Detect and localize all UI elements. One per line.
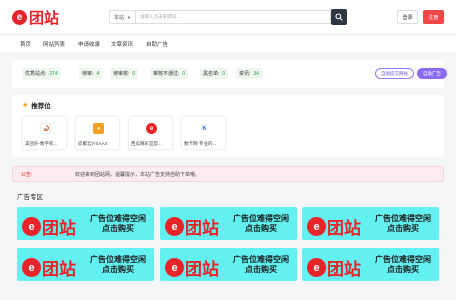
logo-mark-icon: e <box>165 217 184 236</box>
main-nav: 首页 网站列表 申请收录 文章资讯 自助广告 <box>0 34 456 52</box>
recommend-panel: ★ 推荐位 美团外-数字权... ◕ 玖聚云|YSAAS e 西瓜精彩宜官...… <box>12 95 444 157</box>
notice-label: 公告: <box>21 172 33 178</box>
ad-logo: e 团站 <box>307 255 361 280</box>
card-label: 数卡网-专业的... <box>184 141 217 146</box>
search-scope-select[interactable]: 本站 ▼ <box>109 10 135 24</box>
logo-mark-icon: e <box>165 258 184 277</box>
nav-item-site-list[interactable]: 网站列表 <box>43 40 65 48</box>
stat-pending: 待审: 4 <box>79 68 103 79</box>
submit-site-button[interactable]: 自助提交网站 <box>375 68 414 79</box>
chevron-down-icon: ▼ <box>127 14 131 20</box>
ad-logo: e 团站 <box>22 255 76 280</box>
logo-mark-icon: e <box>22 217 41 236</box>
ad-slot[interactable]: e 团站 广告位难得空闲 点击购买 <box>302 248 439 281</box>
stat-articles: 资讯: 34 <box>236 68 262 79</box>
search-button[interactable] <box>331 9 347 25</box>
notice-text: 欢迎来到团站网，温馨提示，本站广告支持自助下单哦。 <box>75 172 201 178</box>
self-ads-button[interactable]: 自助广告 <box>417 68 447 79</box>
register-button[interactable]: 注册 <box>423 10 444 24</box>
ad-slot[interactable]: e 团站 广告位难得空闲 点击购买 <box>302 207 439 240</box>
stat-blacklist: 黑名单: 0 <box>200 68 229 79</box>
site-logo[interactable]: e 团站 <box>12 8 60 27</box>
ad-text: 广告位难得空闲 点击购买 <box>233 214 289 233</box>
ad-text: 广告位难得空闲 点击购买 <box>375 214 431 233</box>
card-label: 西瓜精彩宜官... <box>131 141 162 146</box>
logo-mark-icon: e <box>307 217 326 236</box>
star-icon: ★ <box>22 102 29 109</box>
logo-mark-icon: e <box>307 258 326 277</box>
nav-item-apply[interactable]: 申请收录 <box>78 40 100 48</box>
ad-logo: e 团站 <box>22 214 76 239</box>
recommend-card[interactable]: 美团外-数字权... <box>22 116 67 150</box>
ad-text: 广告位难得空闲 点击购买 <box>233 255 289 274</box>
recommend-title: ★ 推荐位 <box>22 102 51 110</box>
ad-slot[interactable]: e 团站 广告位难得空闲 点击购买 <box>17 248 154 281</box>
stat-excellent: 优秀站点: 274 <box>22 68 61 79</box>
stats-panel: 优秀站点: 274 待审: 4 待审核: 0 审核不通过: 0 黑名单: 0 资讯: 34 … <box>12 60 447 88</box>
search-icon <box>335 13 343 21</box>
recommend-card[interactable]: K 数卡网-专业的... <box>181 116 226 150</box>
card-label: 玖聚云|YSAAS <box>78 141 108 146</box>
recommend-card[interactable]: ◕ 玖聚云|YSAAS <box>75 116 120 150</box>
logo-mark-icon: e <box>22 258 41 277</box>
search-scope-label: 本站 <box>114 14 125 21</box>
ad-text: 广告位难得空闲 点击购买 <box>90 214 146 233</box>
ad-slot[interactable]: e 团站 广告位难得空闲 点击购买 <box>160 248 297 281</box>
swirl-logo-icon <box>40 123 51 134</box>
nav-item-home[interactable]: 首页 <box>20 40 31 48</box>
ad-logo: e 团站 <box>307 214 361 239</box>
cloud-logo-icon: ◕ <box>93 123 104 134</box>
login-button[interactable]: 登录 <box>397 10 418 24</box>
nav-item-self-ads[interactable]: 自助广告 <box>146 40 168 48</box>
ad-logo: e 团站 <box>165 214 219 239</box>
logo-text: 团站 <box>29 9 60 27</box>
ad-text: 广告位难得空闲 点击购买 <box>375 255 431 274</box>
stat-awaiting-review: 待审核: 0 <box>110 68 139 79</box>
nav-item-articles[interactable]: 文章资讯 <box>111 40 133 48</box>
ad-slot[interactable]: e 团站 广告位难得空闲 点击购买 <box>17 207 154 240</box>
logo-mark-icon: e <box>12 9 27 25</box>
card-logo-icon: K <box>199 123 210 134</box>
brand-logo-icon: e <box>146 123 157 134</box>
ad-text: 广告位难得空闲 点击购买 <box>90 255 146 274</box>
ad-logo: e 团站 <box>165 255 219 280</box>
ad-section-title: 广告专区 <box>17 194 43 201</box>
search-input[interactable]: 请输入点击关键词... <box>135 10 331 24</box>
stat-rejected: 审核不通过: 0 <box>150 68 189 79</box>
notice-bar: 公告: 欢迎来到团站网，温馨提示，本站广告支持自助下单哦。 <box>12 166 444 182</box>
ad-slot[interactable]: e 团站 广告位难得空闲 点击购买 <box>160 207 297 240</box>
card-label: 美团外-数字权... <box>25 141 58 146</box>
top-bar: e 团站 本站 ▼ 请输入点击关键词... 登录 注册 <box>0 0 456 34</box>
recommend-card[interactable]: e 西瓜精彩宜官... <box>128 116 173 150</box>
